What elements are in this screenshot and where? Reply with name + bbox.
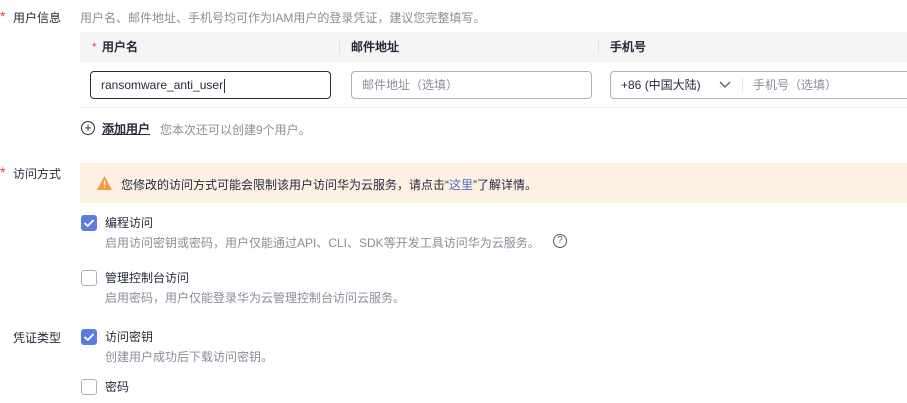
- add-user-hint: 您本次还可以创建9个用户。: [160, 123, 311, 137]
- access-warning-text: 您修改的访问方式可能会限制该用户访问华为云服务，请点击“这里”了解详情。: [121, 176, 537, 193]
- user-info-label: 用户信息: [13, 11, 62, 25]
- phone-country-select[interactable]: +86 (中国大陆): [611, 72, 751, 98]
- phone-country-value: +86 (中国大陆): [621, 78, 701, 92]
- column-username: 用户名: [102, 40, 139, 54]
- table-row-divider: [80, 107, 907, 108]
- phone-divider: [742, 78, 743, 92]
- required-mark: *: [0, 164, 6, 180]
- warning-details-link[interactable]: 这里: [449, 178, 473, 192]
- console-access-description: 启用密码，用户仅能登录华为云管理控制台访问云服务。: [105, 291, 406, 305]
- username-value: ransomware_anti_user: [101, 78, 224, 92]
- email-input[interactable]: 邮件地址（选填）: [351, 71, 592, 99]
- warning-text-prefix: 您修改的访问方式可能会限制该用户访问华为云服务，请点击“: [121, 178, 449, 192]
- password-checkbox[interactable]: [81, 379, 97, 395]
- column-divider: [339, 40, 340, 54]
- programmatic-access-checkbox[interactable]: [81, 215, 97, 231]
- access-key-checkbox[interactable]: [81, 329, 97, 345]
- chevron-down-icon: [719, 72, 731, 98]
- add-user-label: 添加用户: [102, 122, 151, 136]
- username-input[interactable]: ransomware_anti_user: [90, 71, 331, 99]
- column-divider: [598, 40, 599, 54]
- check-icon: [83, 219, 95, 228]
- phone-input-group: +86 (中国大陆) 手机号（选填）: [610, 71, 907, 99]
- check-icon: [83, 333, 95, 342]
- programmatic-access-label[interactable]: 编程访问: [105, 214, 153, 231]
- access-key-label[interactable]: 访问密钥: [105, 328, 153, 345]
- column-phone: 手机号: [610, 40, 647, 54]
- phone-number-input[interactable]: 手机号（选填）: [753, 72, 837, 98]
- help-icon[interactable]: ?: [553, 234, 567, 248]
- password-label[interactable]: 密码: [105, 378, 129, 395]
- email-placeholder: 邮件地址（选填）: [362, 78, 459, 92]
- access-key-description: 创建用户成功后下载访问密钥。: [105, 350, 274, 364]
- console-access-checkbox[interactable]: [81, 270, 97, 286]
- user-info-description: 用户名、邮件地址、手机号均可作为IAM用户的登录凭证，建议您完整填写。: [80, 11, 486, 25]
- programmatic-access-description: 启用访问密钥或密码，用户仅能通过API、CLI、SDK等开发工具访问华为云服务。: [105, 236, 540, 250]
- warning-icon: [96, 175, 113, 194]
- credential-type-label: 凭证类型: [13, 331, 62, 345]
- access-mode-label: 访问方式: [13, 167, 62, 181]
- warning-text-suffix: ”了解详情。: [473, 178, 538, 192]
- user-table-header: [80, 32, 907, 62]
- required-mark: *: [92, 40, 97, 54]
- phone-placeholder: 手机号（选填）: [753, 78, 838, 92]
- console-access-label[interactable]: 管理控制台访问: [105, 269, 189, 286]
- add-circle-icon: +: [81, 121, 95, 135]
- required-mark: *: [0, 8, 6, 24]
- column-email: 邮件地址: [351, 40, 400, 54]
